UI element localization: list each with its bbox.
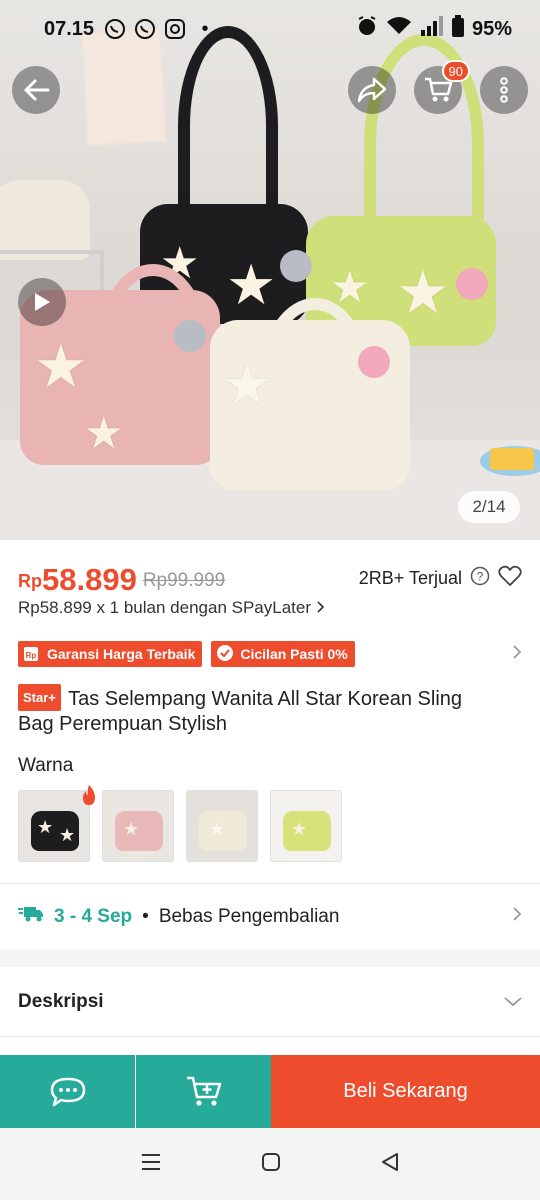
delivery-row[interactable]: 3 - 4 Sep • Bebas Pengembalian: [18, 898, 522, 936]
price-original: Rp99.999: [142, 570, 226, 591]
svg-text:Rp: Rp: [26, 651, 37, 660]
whatsapp-icon: [134, 18, 156, 40]
price-row: Rp 58.899 Rp99.999 2RB+ Terjual ?: [18, 556, 522, 600]
bag-charm: [280, 250, 312, 282]
spaylater-text: Rp58.899 x 1 bulan dengan SPayLater: [18, 598, 312, 617]
product-image-carousel[interactable]: ★ ★ ★ ★ ★ ★ ★ 90 2/14: [0, 0, 540, 540]
chevron-right-icon: [317, 598, 325, 618]
chat-button[interactable]: [0, 1055, 135, 1128]
delivery-eta: 3 - 4 Sep: [54, 906, 133, 927]
description-label: Deskripsi: [18, 991, 104, 1012]
favorite-heart-icon[interactable]: [498, 565, 522, 592]
chevron-right-icon: [512, 644, 522, 665]
cake-slice: [490, 448, 534, 470]
back-button[interactable]: [12, 66, 60, 114]
svg-text:?: ?: [477, 570, 484, 584]
star-patch: ★: [209, 819, 226, 839]
divider: [0, 1036, 540, 1037]
whatsapp-icon: [104, 18, 126, 40]
free-returns-label: Bebas Pengembalian: [158, 906, 340, 927]
sold-label: 2RB+ Terjual: [358, 568, 462, 588]
cart-count-badge: 90: [441, 60, 470, 82]
status-bar: 07.15 • 95%: [0, 0, 540, 58]
product-title: Star+ Tas Selempang Wanita All Star Kore…: [18, 684, 500, 737]
star-patch: ★: [34, 333, 88, 400]
recent-apps-icon[interactable]: [140, 1153, 162, 1176]
star-patch: ★: [123, 819, 140, 839]
description-section[interactable]: Deskripsi: [0, 968, 540, 1036]
chevron-right-icon: [512, 906, 522, 928]
wifi-icon: [386, 16, 412, 42]
badge-installment: Cicilan Pasti 0%: [211, 641, 355, 667]
add-to-cart-button[interactable]: [136, 1055, 271, 1128]
play-video-button[interactable]: [18, 278, 66, 326]
sold-count: 2RB+ Terjual ?: [359, 565, 522, 592]
spaylater-row[interactable]: Rp58.899 x 1 bulan dengan SPayLater: [18, 598, 325, 618]
truck-icon: [18, 904, 44, 930]
signal-icon: [420, 16, 444, 42]
star-patch: ★: [291, 819, 308, 839]
star-plus-tag: Star+: [18, 684, 61, 711]
back-nav-icon[interactable]: [380, 1152, 400, 1177]
star-patch: ★: [222, 353, 273, 416]
section-spacer: [0, 949, 540, 967]
badge-price-guarantee: Rp Garansi Harga Terbaik: [18, 641, 203, 667]
product-title-text: Tas Selempang Wanita All Star Korean Sli…: [18, 688, 463, 735]
chevron-down-icon: [504, 991, 522, 1013]
status-right: 95%: [356, 15, 512, 43]
lamp-shade: [0, 180, 90, 260]
system-nav-bar: [0, 1128, 540, 1200]
star-patch: ★: [84, 409, 124, 458]
more-options-button[interactable]: [480, 66, 528, 114]
battery-percent: 95%: [471, 17, 512, 40]
badge-label: Cicilan Pasti 0%: [240, 646, 348, 662]
bag-charm: [174, 320, 206, 352]
variant-label: Warna: [18, 755, 74, 776]
bottom-action-bar: Beli Sekarang: [0, 1055, 540, 1128]
share-button[interactable]: [348, 66, 396, 114]
bullet-separator: •: [142, 906, 149, 927]
star-patch: ★: [59, 825, 76, 845]
instagram-icon: [164, 18, 186, 40]
guarantee-badges[interactable]: Rp Garansi Harga Terbaik Cicilan Pasti 0…: [18, 641, 522, 667]
battery-icon: [451, 15, 464, 43]
cart-button[interactable]: 90: [414, 60, 470, 114]
buy-now-button[interactable]: Beli Sekarang: [271, 1055, 540, 1128]
star-patch: ★: [226, 253, 277, 316]
badge-label: Garansi Harga Terbaik: [47, 646, 196, 662]
star-patch: ★: [37, 817, 54, 837]
price-tag-icon: Rp: [23, 644, 41, 665]
check-circle-icon: [216, 644, 234, 665]
alarm-icon: [356, 15, 378, 43]
hot-flame-icon: [80, 784, 540, 811]
price-currency: Rp: [18, 571, 42, 591]
price-current: 58.899: [42, 562, 137, 597]
star-patch: ★: [396, 259, 450, 326]
help-icon[interactable]: ?: [470, 566, 490, 591]
divider: [0, 883, 540, 884]
bag-charm: [358, 346, 390, 378]
dot-icon: •: [201, 17, 209, 40]
bag-charm: [456, 268, 488, 300]
home-icon[interactable]: [261, 1152, 281, 1177]
image-counter: 2/14: [458, 491, 520, 523]
status-time: 07.15: [44, 17, 95, 40]
